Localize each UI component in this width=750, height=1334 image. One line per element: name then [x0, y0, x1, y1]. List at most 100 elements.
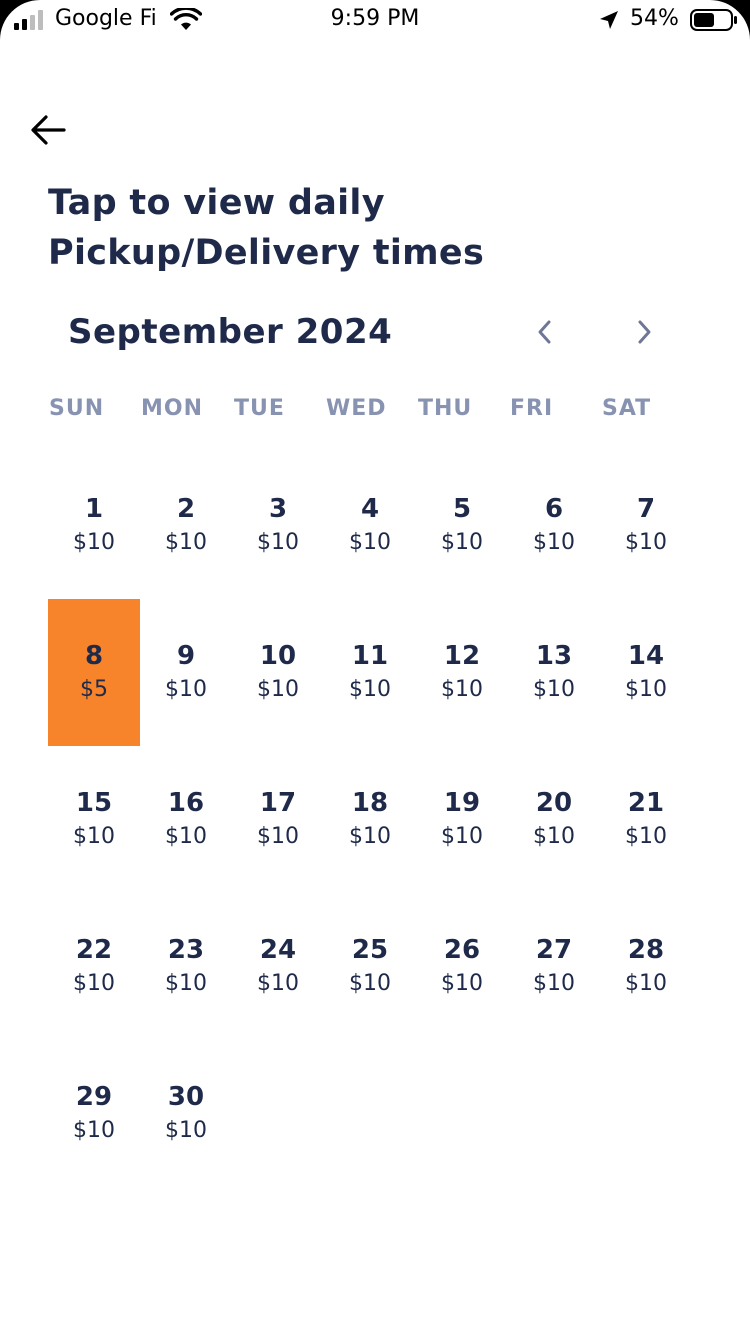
- day-number: 6: [544, 493, 564, 524]
- day-price: $10: [533, 676, 575, 702]
- day-number: 30: [167, 1081, 205, 1112]
- day-cell-5[interactable]: 5 $10: [416, 452, 508, 599]
- day-number: 26: [443, 934, 481, 965]
- day-number: 19: [443, 787, 481, 818]
- day-cell-11[interactable]: 11 $10: [324, 599, 416, 746]
- weekday-mon: MON: [141, 396, 204, 421]
- day-number: 17: [259, 787, 297, 818]
- day-price: $10: [441, 823, 483, 849]
- pickup-calendar-screen: Google Fi 9:59 PM 54% Tap to view daily …: [0, 0, 750, 1334]
- day-number: 13: [535, 640, 573, 671]
- day-number: 10: [259, 640, 297, 671]
- day-price: $10: [625, 970, 667, 996]
- day-cell-9[interactable]: 9 $10: [140, 599, 232, 746]
- chevron-left-icon: [538, 320, 551, 344]
- day-number: 27: [535, 934, 573, 965]
- day-price: $10: [73, 970, 115, 996]
- day-price: $10: [349, 823, 391, 849]
- day-cell-7[interactable]: 7 $10: [600, 452, 692, 599]
- day-number: 25: [351, 934, 389, 965]
- day-number: 3: [268, 493, 288, 524]
- day-number: 20: [535, 787, 573, 818]
- day-number: 18: [351, 787, 389, 818]
- day-price: $10: [257, 529, 299, 555]
- previous-month-button[interactable]: [525, 312, 565, 352]
- day-price: $10: [349, 676, 391, 702]
- day-cell-13[interactable]: 13 $10: [508, 599, 600, 746]
- location-arrow-icon: [600, 11, 618, 29]
- day-number: 9: [176, 640, 196, 671]
- day-price: $10: [441, 970, 483, 996]
- day-number: 1: [84, 493, 104, 524]
- day-cell-8[interactable]: 8 $5: [48, 599, 140, 746]
- day-number: 7: [636, 493, 656, 524]
- day-number: 8: [84, 640, 104, 671]
- day-cell-15[interactable]: 15 $10: [48, 746, 140, 893]
- day-price: $10: [441, 676, 483, 702]
- back-button[interactable]: [24, 106, 72, 154]
- weekday-tue: TUE: [234, 396, 285, 421]
- day-cell-10[interactable]: 10 $10: [232, 599, 324, 746]
- day-number: 15: [75, 787, 113, 818]
- day-cell-22[interactable]: 22 $10: [48, 893, 140, 1040]
- day-cell-29[interactable]: 29 $10: [48, 1040, 140, 1187]
- day-number: 2: [176, 493, 196, 524]
- day-number: 21: [627, 787, 665, 818]
- day-price: $10: [165, 823, 207, 849]
- day-cell-20[interactable]: 20 $10: [508, 746, 600, 893]
- day-cell-30[interactable]: 30 $10: [140, 1040, 232, 1187]
- day-cell-14[interactable]: 14 $10: [600, 599, 692, 746]
- day-cell-28[interactable]: 28 $10: [600, 893, 692, 1040]
- day-price: $10: [73, 1117, 115, 1143]
- day-price: $10: [165, 1117, 207, 1143]
- weekday-wed: WED: [326, 396, 387, 421]
- day-cell-25[interactable]: 25 $10: [324, 893, 416, 1040]
- day-price: $10: [349, 970, 391, 996]
- day-price: $10: [533, 970, 575, 996]
- day-cell-17[interactable]: 17 $10: [232, 746, 324, 893]
- day-number: 12: [443, 640, 481, 671]
- day-number: 16: [167, 787, 205, 818]
- day-cell-12[interactable]: 12 $10: [416, 599, 508, 746]
- day-price: $10: [73, 823, 115, 849]
- day-number: 5: [452, 493, 472, 524]
- status-bar: Google Fi 9:59 PM 54%: [0, 0, 750, 44]
- day-cell-23[interactable]: 23 $10: [140, 893, 232, 1040]
- day-price: $10: [349, 529, 391, 555]
- next-month-button[interactable]: [624, 312, 664, 352]
- day-cell-26[interactable]: 26 $10: [416, 893, 508, 1040]
- day-price: $10: [165, 676, 207, 702]
- weekday-sat: SAT: [602, 396, 652, 421]
- day-cell-24[interactable]: 24 $10: [232, 893, 324, 1040]
- day-price: $10: [165, 970, 207, 996]
- day-number: 22: [75, 934, 113, 965]
- day-cell-2[interactable]: 2 $10: [140, 452, 232, 599]
- day-number: 29: [75, 1081, 113, 1112]
- day-number: 23: [167, 934, 205, 965]
- day-cell-16[interactable]: 16 $10: [140, 746, 232, 893]
- day-cell-6[interactable]: 6 $10: [508, 452, 600, 599]
- day-price: $10: [625, 823, 667, 849]
- day-price: $10: [165, 529, 207, 555]
- day-price: $10: [533, 529, 575, 555]
- day-price: $5: [80, 676, 108, 702]
- day-cell-19[interactable]: 19 $10: [416, 746, 508, 893]
- day-price: $10: [441, 529, 483, 555]
- day-price: $10: [625, 529, 667, 555]
- weekday-header: SUN MON TUE WED THU FRI SAT: [48, 396, 692, 428]
- day-cell-21[interactable]: 21 $10: [600, 746, 692, 893]
- day-cell-3[interactable]: 3 $10: [232, 452, 324, 599]
- weekday-sun: SUN: [49, 396, 105, 421]
- day-price: $10: [257, 970, 299, 996]
- day-cell-4[interactable]: 4 $10: [324, 452, 416, 599]
- arrow-left-icon: [31, 115, 66, 145]
- month-label: September 2024: [68, 312, 393, 352]
- day-cell-1[interactable]: 1 $10: [48, 452, 140, 599]
- battery-percentage: 54%: [630, 6, 679, 31]
- day-number: 24: [259, 934, 297, 965]
- page-title: Tap to view daily Pickup/Delivery times: [48, 183, 485, 273]
- day-cell-18[interactable]: 18 $10: [324, 746, 416, 893]
- weekday-fri: FRI: [510, 396, 554, 421]
- day-number: 4: [360, 493, 380, 524]
- day-cell-27[interactable]: 27 $10: [508, 893, 600, 1040]
